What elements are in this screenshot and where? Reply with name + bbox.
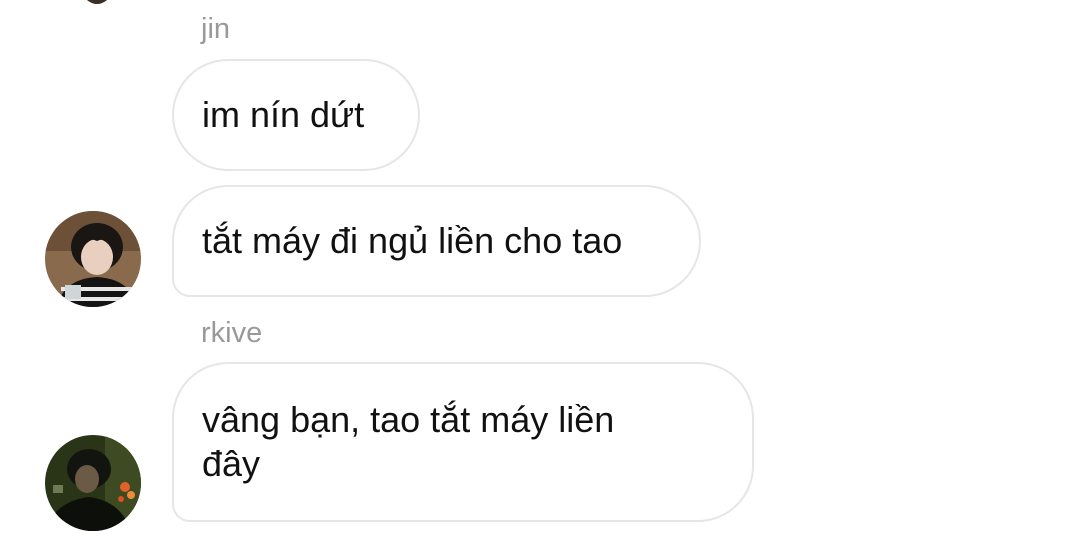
message-bubble[interactable]: vâng bạn, tao tắt máy liền đây — [172, 362, 754, 522]
sender-name-jin: jin — [201, 13, 231, 45]
user-avatar-rkive[interactable] — [45, 435, 141, 531]
user-avatar-jin[interactable] — [45, 211, 141, 307]
previous-user-avatar[interactable] — [72, 0, 122, 4]
message-text: vâng bạn, tao tắt máy liền đây — [202, 399, 615, 484]
message-text: im nín dứt — [202, 94, 365, 135]
message-bubble[interactable]: tắt máy đi ngủ liền cho tao — [172, 185, 701, 297]
sender-name-rkive: rkive — [201, 317, 263, 349]
message-text: tắt máy đi ngủ liền cho tao — [202, 220, 623, 261]
message-bubble[interactable]: im nín dứt — [172, 59, 420, 171]
